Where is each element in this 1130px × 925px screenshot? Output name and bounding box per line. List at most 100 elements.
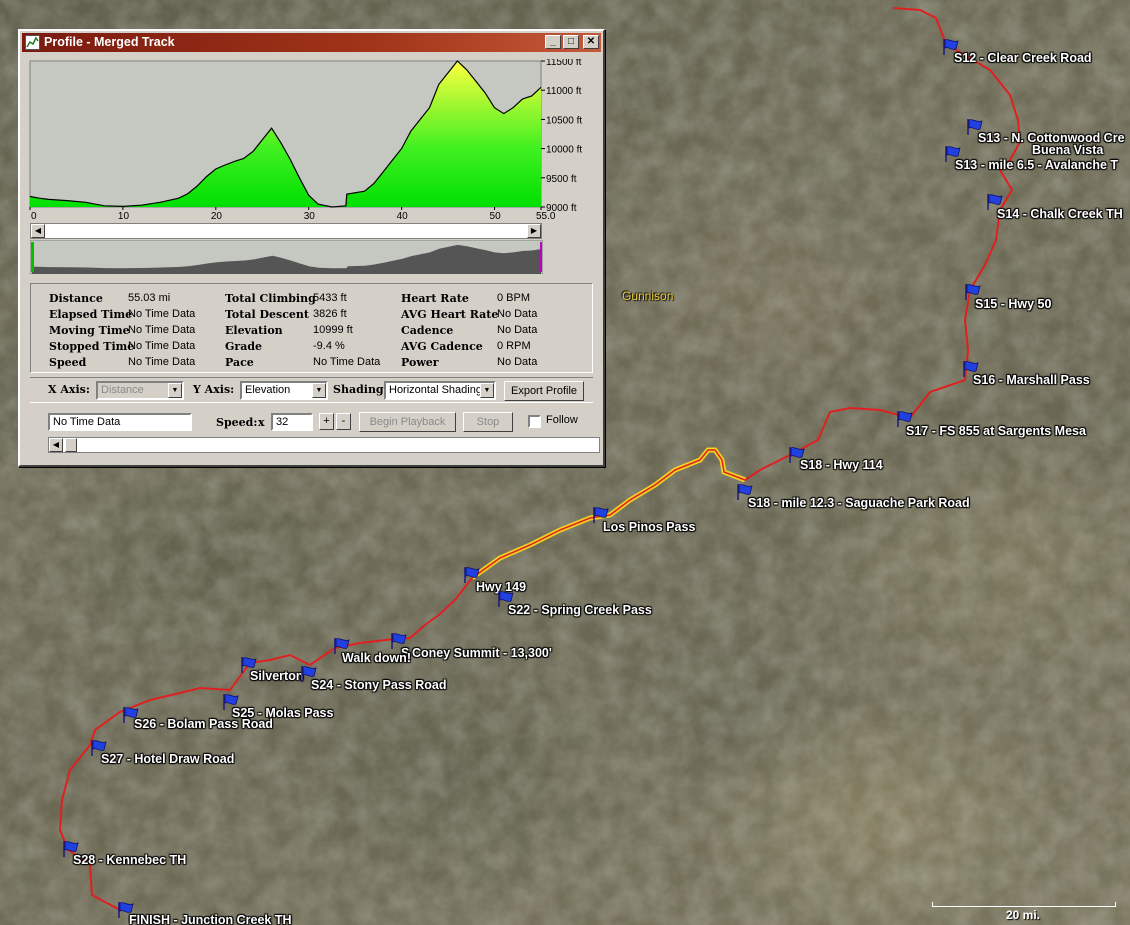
stat-label: Power bbox=[401, 356, 439, 369]
stat-label: Speed bbox=[49, 356, 87, 369]
stat-value: No Time Data bbox=[128, 308, 196, 320]
waypoint-label[interactable]: S17 - FS 855 at Sargents Mesa bbox=[906, 424, 1086, 438]
stat-label: Cadence bbox=[401, 324, 454, 337]
x-tick-label: 0 bbox=[31, 211, 37, 221]
waypoint-label[interactable]: Coney Summit - 13,300' bbox=[412, 646, 552, 660]
profile-window[interactable]: Profile - Merged Track _ □ ✕ 11500 ft 110… bbox=[18, 29, 605, 467]
waypoint-label[interactable]: S12 - Clear Creek Road bbox=[954, 51, 1092, 65]
waypoint-label[interactable]: S22 - Spring Creek Pass bbox=[508, 603, 652, 617]
stat-label: Elapsed Time bbox=[49, 308, 133, 321]
window-title: Profile - Merged Track bbox=[44, 35, 175, 49]
minimize-button[interactable]: _ bbox=[545, 35, 561, 49]
stat-value: No Data bbox=[497, 324, 538, 336]
y-tick-label: 11000 ft bbox=[546, 86, 582, 97]
stat-value: No Time Data bbox=[313, 356, 381, 368]
waypoint-label[interactable]: Los Pinos Pass bbox=[603, 520, 695, 534]
scroll-left-icon[interactable]: ◀ bbox=[31, 224, 45, 238]
waypoint-label[interactable]: S27 - Hotel Draw Road bbox=[101, 752, 234, 766]
waypoint-label[interactable]: S16 - Marshall Pass bbox=[973, 373, 1090, 387]
stat-value: 0 RPM bbox=[497, 340, 531, 352]
stat-label: Total Descent bbox=[225, 308, 309, 321]
y-tick-label: 10500 ft bbox=[546, 115, 582, 126]
follow-checkbox[interactable] bbox=[528, 415, 541, 428]
speed-decrease-button[interactable]: - bbox=[336, 413, 351, 430]
scroll-right-icon[interactable]: ▶ bbox=[527, 224, 541, 238]
stat-value: 5433 ft bbox=[313, 292, 347, 304]
shading-label: Shading: bbox=[333, 383, 388, 396]
y-axis-select[interactable]: Elevation ▼ bbox=[240, 381, 328, 400]
profile-app-icon bbox=[25, 35, 40, 50]
city-label-gunnison[interactable]: Gunnison bbox=[622, 289, 673, 303]
stat-value: 3826 ft bbox=[313, 308, 347, 320]
speed-increase-button[interactable]: + bbox=[319, 413, 334, 430]
y-axis-value: Elevation bbox=[245, 384, 291, 396]
x-tick-label: 40 bbox=[397, 211, 409, 221]
shading-select[interactable]: Horizontal Shading ▼ bbox=[384, 381, 496, 400]
close-button[interactable]: ✕ bbox=[583, 35, 599, 49]
stat-value: 55.03 mi bbox=[128, 292, 171, 304]
y-tick-label: 10000 ft bbox=[546, 145, 582, 156]
chevron-down-icon[interactable]: ▼ bbox=[312, 383, 326, 398]
x-tick-label: 30 bbox=[304, 211, 316, 221]
chevron-down-icon[interactable]: ▼ bbox=[480, 383, 494, 398]
title-bar[interactable]: Profile - Merged Track _ □ ✕ bbox=[22, 33, 601, 52]
time-field[interactable]: No Time Data bbox=[48, 413, 192, 431]
playback-left-icon[interactable]: ◀ bbox=[49, 438, 63, 452]
export-profile-button[interactable]: Export Profile bbox=[504, 381, 584, 401]
stat-label: Total Climbing bbox=[225, 292, 316, 305]
y-tick-label: 9500 ft bbox=[546, 174, 577, 185]
scale-bar bbox=[932, 902, 1116, 907]
waypoint-label[interactable]: S18 - Hwy 114 bbox=[800, 458, 883, 472]
overview-marker-end bbox=[540, 242, 542, 272]
stat-label: AVG Cadence bbox=[401, 340, 483, 353]
speed-label: Speed: bbox=[216, 416, 258, 429]
x-tick-label: 50 bbox=[490, 211, 502, 221]
speed-multiplier: x bbox=[258, 416, 265, 429]
waypoint-label[interactable]: S26 - Bolam Pass Road bbox=[134, 717, 273, 731]
chevron-down-icon[interactable]: ▼ bbox=[168, 383, 182, 398]
y-axis-label: Y Axis: bbox=[193, 383, 235, 396]
x-axis-select[interactable]: Distance ▼ bbox=[96, 381, 184, 400]
scale-label: 20 mi. bbox=[1006, 908, 1041, 922]
waypoint-label[interactable]: FINISH - Junction Creek TH bbox=[129, 913, 292, 925]
begin-playback-button[interactable]: Begin Playback bbox=[359, 412, 456, 432]
waypoint-label[interactable]: S24 - Stony Pass Road bbox=[311, 678, 446, 692]
profile-overview-chart[interactable] bbox=[30, 240, 543, 274]
playback-thumb[interactable] bbox=[65, 438, 77, 452]
stat-value: No Time Data bbox=[128, 324, 196, 336]
maximize-button[interactable]: □ bbox=[563, 35, 579, 49]
stat-value: -9.4 % bbox=[313, 340, 345, 352]
waypoint-label[interactable]: S14 - Chalk Creek TH bbox=[997, 207, 1123, 221]
x-axis-label: X Axis: bbox=[48, 383, 90, 396]
waypoint-label[interactable]: Buena Vista bbox=[1032, 143, 1103, 157]
stat-value: No Data bbox=[497, 356, 538, 368]
profile-scrollbar[interactable]: ◀ ▶ bbox=[30, 223, 542, 239]
overview-marker-start bbox=[31, 242, 34, 272]
axis-controls: X Axis: Distance ▼ Y Axis: Elevation ▼ S… bbox=[30, 377, 593, 403]
stats-panel: Distance 55.03 mi Elapsed Time No Time Data… bbox=[30, 283, 593, 373]
stop-button[interactable]: Stop bbox=[463, 412, 513, 432]
playback-slider[interactable]: ◀ bbox=[48, 437, 600, 453]
waypoint-label[interactable]: Silverton bbox=[250, 669, 304, 683]
waypoint-label[interactable]: S28 - Kennebec TH bbox=[73, 853, 186, 867]
elevation-profile-chart[interactable]: 11500 ft11000 ft10500 ft10000 ft9500 ft9… bbox=[28, 59, 593, 221]
waypoint-label[interactable]: S15 - Hwy 50 bbox=[975, 297, 1051, 311]
speed-input[interactable]: 32 bbox=[271, 413, 313, 431]
stat-value: 0 BPM bbox=[497, 292, 531, 304]
route-line bbox=[744, 7, 1022, 481]
shading-value: Horizontal Shading bbox=[389, 384, 482, 396]
stat-label: Heart Rate bbox=[401, 292, 469, 305]
x-tick-label: 10 bbox=[118, 211, 130, 221]
x-tick-label: 20 bbox=[211, 211, 223, 221]
x-tick-label: 55.0 bbox=[536, 211, 556, 221]
waypoint-label[interactable]: S13 - mile 6.5 - Avalanche T bbox=[955, 158, 1118, 172]
scroll-thumb[interactable] bbox=[45, 224, 529, 238]
stat-label: Moving Time bbox=[49, 324, 130, 337]
waypoint-label[interactable]: S18 - mile 12.3 - Saguache Park Road bbox=[748, 496, 970, 510]
stat-label: Distance bbox=[49, 292, 103, 305]
stat-label: Elevation bbox=[225, 324, 283, 337]
stat-value: No Time Data bbox=[128, 340, 196, 352]
x-axis-value: Distance bbox=[101, 384, 144, 396]
stat-label: Pace bbox=[225, 356, 254, 369]
waypoint-label[interactable]: Walk down! bbox=[342, 651, 411, 665]
